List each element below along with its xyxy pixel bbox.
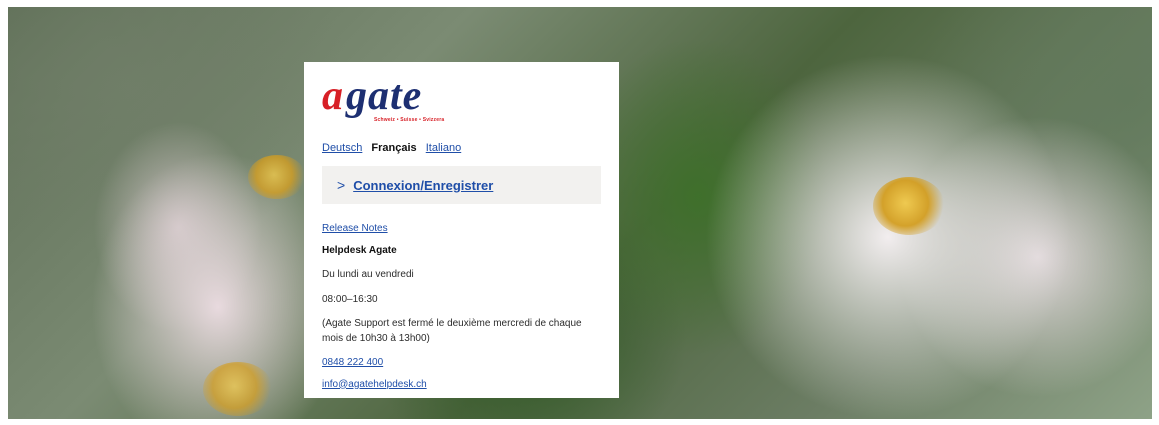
logo-tagline: Schweiz • Suisse • Svizzera — [374, 117, 445, 123]
language-italiano[interactable]: Italiano — [426, 142, 461, 154]
helpdesk-title: Helpdesk Agate — [322, 244, 397, 256]
release-notes-link[interactable]: Release Notes — [322, 223, 388, 234]
helpdesk-closure-note: (Agate Support est fermé le deuxième mer… — [322, 318, 582, 344]
support-section: Release Notes Helpdesk Agate Du lundi au… — [322, 222, 601, 392]
language-francais: Français — [371, 142, 417, 154]
logo-word-gate: gate — [346, 73, 423, 119]
flower-center-bottom — [203, 362, 273, 416]
login-card: a gate Schweiz • Suisse • Svizzera Deuts… — [304, 62, 619, 398]
login-panel: > Connexion/Enregistrer — [322, 166, 601, 204]
flower-center-right — [873, 177, 945, 235]
flower-center-left — [248, 155, 306, 199]
email-link[interactable]: info@agatehelpdesk.ch — [322, 379, 427, 390]
language-deutsch[interactable]: Deutsch — [322, 142, 362, 154]
login-register-link[interactable]: Connexion/Enregistrer — [353, 178, 493, 193]
agate-logo: a gate Schweiz • Suisse • Svizzera — [322, 73, 502, 123]
language-switcher: Deutsch Français Italiano — [322, 142, 601, 154]
logo-letter-a: a — [322, 73, 343, 119]
helpdesk-hours: 08:00–16:30 — [322, 293, 378, 305]
chevron-right-icon: > — [337, 177, 346, 193]
phone-link[interactable]: 0848 222 400 — [322, 357, 383, 368]
helpdesk-days: Du lundi au vendredi — [322, 269, 414, 280]
